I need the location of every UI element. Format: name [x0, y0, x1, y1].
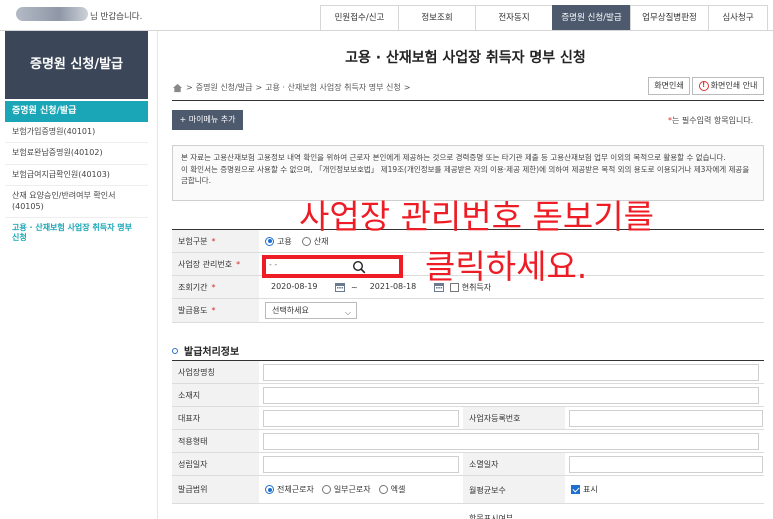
- row-dates: 성립일자 소멸일자: [172, 453, 764, 476]
- row-scope: 발급범위 전체근로자 일부근로자 엑셀 월평균보수 항목표시여부 표시: [172, 476, 764, 519]
- sidebar-section[interactable]: 증명원 신청/발급: [5, 101, 148, 122]
- print-screen-button[interactable]: 화면인쇄: [648, 77, 690, 95]
- ceo-label: 대표자: [172, 407, 259, 429]
- sidebar-item-benefit-cert[interactable]: 보험급여지급확인원(40103): [5, 165, 148, 187]
- row-purpose: 발급용도 * 선택하세요 ⌵: [172, 299, 764, 323]
- biz-name-label: 사업장명칭: [172, 361, 259, 383]
- nav-review-claim[interactable]: 심사청구: [708, 5, 768, 30]
- nav-complaint[interactable]: 민원접수/신고: [320, 5, 398, 30]
- sidebar-title: 증명원 신청/발급: [5, 31, 148, 99]
- avg-wage-label: 월평균보수 항목표시여부: [463, 476, 565, 519]
- purpose-label: 발급용도 *: [172, 299, 259, 322]
- sidebar-list: 보험가입증명원(40101) 보험료완납증명원(40102) 보험급여지급확인원…: [5, 122, 148, 249]
- radio-dot: [321, 485, 331, 494]
- bullet-icon: [172, 347, 178, 354]
- period-label: 조회기간 *: [172, 276, 259, 298]
- breadcrumb-item-2[interactable]: 고용 · 산재보험 사업장 취득자 명부 신청: [265, 82, 401, 93]
- annotation-line-2: 클릭하세요.: [425, 247, 588, 286]
- breadcrumb-item-1[interactable]: 증명원 신청/발급: [196, 82, 253, 93]
- annotation-line-1: 사업장 관리번호 돋보기를: [299, 197, 654, 236]
- scope-label: 발급범위: [172, 476, 259, 503]
- insurance-type-label: 보험구분 *: [172, 230, 259, 252]
- breadcrumb-sep: >: [403, 83, 411, 92]
- title-divider: [172, 100, 764, 101]
- biz-no-input[interactable]: - -: [269, 260, 277, 269]
- sidebar-divider: [157, 31, 158, 519]
- avg-wage-display-checkbox[interactable]: 표시: [571, 484, 598, 495]
- issue-info-table: 사업장명칭 소재지 대표자 사업자등록번호 적용형태 성립일자 소멸일자 발급범…: [172, 360, 764, 519]
- sidebar-item-worker-roster[interactable]: 고용 · 산재보험 사업장 취득자 명부 신청: [5, 218, 148, 249]
- radio-dot: [265, 485, 274, 494]
- address-label: 소재지: [172, 384, 259, 406]
- row-ceo: 대표자 사업자등록번호: [172, 407, 764, 430]
- add-my-menu-button[interactable]: + 마이메뉴 추가: [172, 110, 243, 130]
- notice-line-2: 이 확인서는 증명원으로 사용할 수 없으며, 「개인정보보호법」 제19조(개…: [181, 164, 750, 186]
- home-icon[interactable]: [172, 83, 183, 93]
- top-bar: 님 반갑습니다. 민원접수/신고 정보조회 전자동지 증명원 신청/발급 업무상…: [0, 0, 773, 31]
- biz-name-field: [263, 363, 759, 381]
- print-guide-button[interactable]: ! 화면인쇄 안내: [692, 77, 764, 95]
- est-date-field: [263, 455, 459, 473]
- est-date-label: 성립일자: [172, 453, 259, 475]
- period-from-input[interactable]: 2020-08-19: [265, 278, 329, 296]
- page-title: 고용 · 산재보험 사업장 취득자 명부 신청: [345, 50, 586, 66]
- calendar-icon[interactable]: [335, 282, 345, 292]
- nav-occupational-disease[interactable]: 업무상질병판정: [630, 5, 708, 30]
- breadcrumb-sep: >: [255, 83, 263, 92]
- apply-type-field: [263, 432, 759, 450]
- redacted-username: [16, 7, 88, 21]
- purpose-select[interactable]: 선택하세요 ⌵: [265, 302, 357, 319]
- alert-icon: !: [698, 81, 709, 91]
- row-biz-name: 사업장명칭: [172, 361, 764, 384]
- top-nav: 민원접수/신고 정보조회 전자동지 증명원 신청/발급 업무상질병판정 심사청구: [320, 5, 768, 30]
- period-to-input[interactable]: 2021-08-18: [363, 278, 428, 296]
- radio-some-workers[interactable]: 일부근로자: [321, 484, 371, 495]
- nav-certificate[interactable]: 증명원 신청/발급: [552, 5, 630, 30]
- breadcrumb-sep: >: [186, 83, 193, 92]
- notice-line-1: 본 자료는 고용산재보험 고용정보 내역 확인을 위하여 근로자 본인에게 제공…: [181, 153, 726, 162]
- issue-info-title: 발급처리정보: [172, 343, 239, 358]
- sidebar-item-payment-cert[interactable]: 보험료완납증명원(40102): [5, 143, 148, 165]
- nav-e-notice[interactable]: 전자동지: [475, 5, 552, 30]
- apply-type-label: 적용형태: [172, 430, 259, 452]
- sidebar-item-care-approval[interactable]: 산재 요양승인/반려여부 확인서(40105): [5, 186, 148, 218]
- search-icon[interactable]: [352, 260, 366, 274]
- radio-excel[interactable]: 엑셀: [378, 484, 405, 495]
- checkbox-box: [571, 485, 580, 494]
- ceo-field: [263, 409, 459, 427]
- print-guide-label: 화면인쇄 안내: [710, 81, 758, 90]
- radio-dot: [265, 236, 274, 246]
- breadcrumb: > 증명원 신청/발급 > 고용 · 산재보험 사업장 취득자 명부 신청 >: [172, 82, 410, 93]
- row-apply-type: 적용형태: [172, 430, 764, 453]
- radio-all-workers[interactable]: 전체근로자: [265, 484, 314, 495]
- reg-no-field: [569, 409, 763, 427]
- close-date-label: 소멸일자: [463, 453, 565, 475]
- biz-no-label: 사업장 관리번호 *: [172, 253, 259, 275]
- sidebar-item-insurance-cert[interactable]: 보험가입증명원(40101): [5, 122, 148, 144]
- greeting-text: 님 반갑습니다.: [90, 12, 143, 22]
- chevron-down-icon: ⌵: [344, 308, 351, 317]
- address-field: [263, 386, 759, 404]
- biz-no-field-highlight[interactable]: [262, 255, 403, 278]
- radio-dot: [378, 485, 388, 494]
- row-address: 소재지: [172, 384, 764, 407]
- close-date-field: [569, 455, 763, 473]
- reg-no-label: 사업자등록번호: [463, 407, 565, 429]
- radio-employment[interactable]: 고용: [265, 236, 292, 247]
- period-separator: ~: [351, 282, 358, 292]
- nav-info-inquiry[interactable]: 정보조회: [398, 5, 475, 30]
- required-note: *는 필수입력 항목입니다.: [668, 116, 754, 125]
